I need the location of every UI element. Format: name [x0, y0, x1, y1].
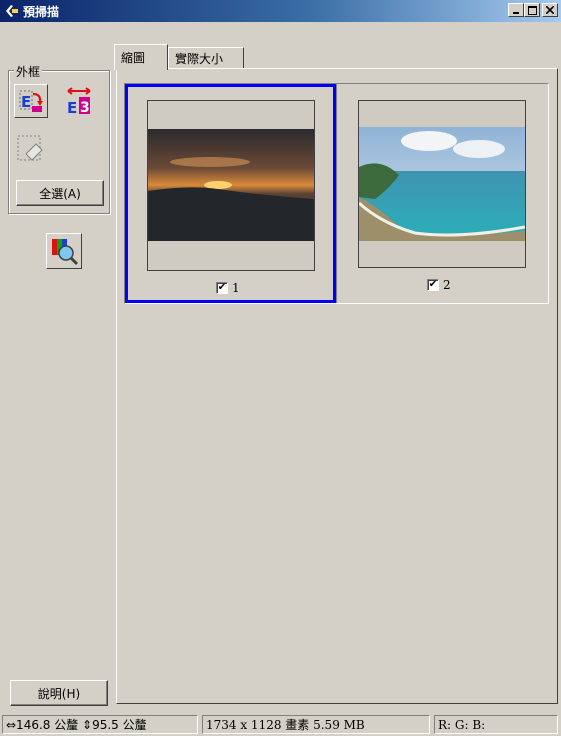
- window-title: 預掃描: [23, 4, 60, 19]
- help-button-label: 說明(H): [37, 686, 81, 701]
- checkmark: ✔: [217, 282, 227, 293]
- thumbnail-1-checkbox[interactable]: ✔: [216, 282, 228, 294]
- auto-locate-icon: E: [19, 90, 43, 112]
- svg-text:E: E: [21, 93, 31, 111]
- mirror-frame-button[interactable]: E 3: [62, 84, 96, 118]
- title-bar[interactable]: 預掃描: [0, 0, 561, 22]
- minimize-icon: [513, 12, 519, 14]
- frame-group-label: 外框: [14, 63, 43, 80]
- select-all-button[interactable]: 全選(A): [16, 180, 104, 206]
- tab-thumbnail[interactable]: 縮圖: [114, 44, 168, 70]
- status-pixels: 1734 x 1128 畫素 5.59 MB: [202, 715, 430, 734]
- status-dimensions-text: ⇔146.8 公釐 ⇕95.5 公釐: [6, 718, 147, 732]
- erase-frame-button[interactable]: [14, 132, 48, 166]
- mirror-frame-icon: E 3: [67, 87, 91, 116]
- help-button[interactable]: 說明(H): [10, 680, 108, 706]
- status-bar: ⇔146.8 公釐 ⇕95.5 公釐 1734 x 1128 畫素 5.59 M…: [0, 713, 561, 736]
- select-all-label: 全選(A): [39, 186, 81, 201]
- svg-text:E: E: [67, 99, 77, 116]
- maximize-icon: [527, 5, 537, 15]
- status-rgb: R: G: B:: [434, 715, 558, 734]
- color-settings-button[interactable]: [46, 233, 82, 269]
- tab-actual-size[interactable]: 實際大小: [168, 47, 244, 69]
- beach-photo: [359, 127, 525, 241]
- tab-actual-size-label: 實際大小: [175, 52, 224, 66]
- sunset-photo: [148, 129, 314, 241]
- maximize-button[interactable]: [524, 3, 540, 17]
- thumbnail-1-checkbox-row[interactable]: ✔ 1: [216, 281, 240, 295]
- status-rgb-text: R: G: B:: [438, 717, 486, 732]
- thumbnail-2-checkbox[interactable]: ✔: [427, 279, 439, 291]
- close-button[interactable]: [542, 3, 558, 17]
- thumbnail-2-number: 2: [443, 278, 451, 292]
- checkmark: ✔: [428, 279, 438, 290]
- thumbnail-item[interactable]: ✔ 1: [125, 84, 336, 303]
- thumbnail-2-checkbox-row[interactable]: ✔ 2: [427, 278, 451, 292]
- thumbnail-frame: [147, 100, 315, 271]
- thumbnail-item[interactable]: ✔ 2: [337, 84, 548, 303]
- thumbnail-1-number: 1: [232, 281, 240, 295]
- minimize-button[interactable]: [508, 3, 524, 17]
- tab-thumbnail-label: 縮圖: [121, 51, 146, 65]
- auto-locate-button[interactable]: E: [14, 84, 48, 118]
- eraser-icon: [17, 135, 43, 161]
- thumbnail-frame: [358, 100, 526, 268]
- color-magnifier-icon: [52, 239, 79, 266]
- thumbnail-viewer: ✔ 1 ✔ 2: [124, 83, 549, 304]
- close-icon: [546, 6, 554, 14]
- status-dimensions: ⇔146.8 公釐 ⇕95.5 公釐: [2, 715, 198, 734]
- svg-text:3: 3: [80, 100, 90, 116]
- status-pixels-text: 1734 x 1128 畫素 5.59 MB: [206, 718, 365, 732]
- scanner-app-icon: [4, 3, 20, 19]
